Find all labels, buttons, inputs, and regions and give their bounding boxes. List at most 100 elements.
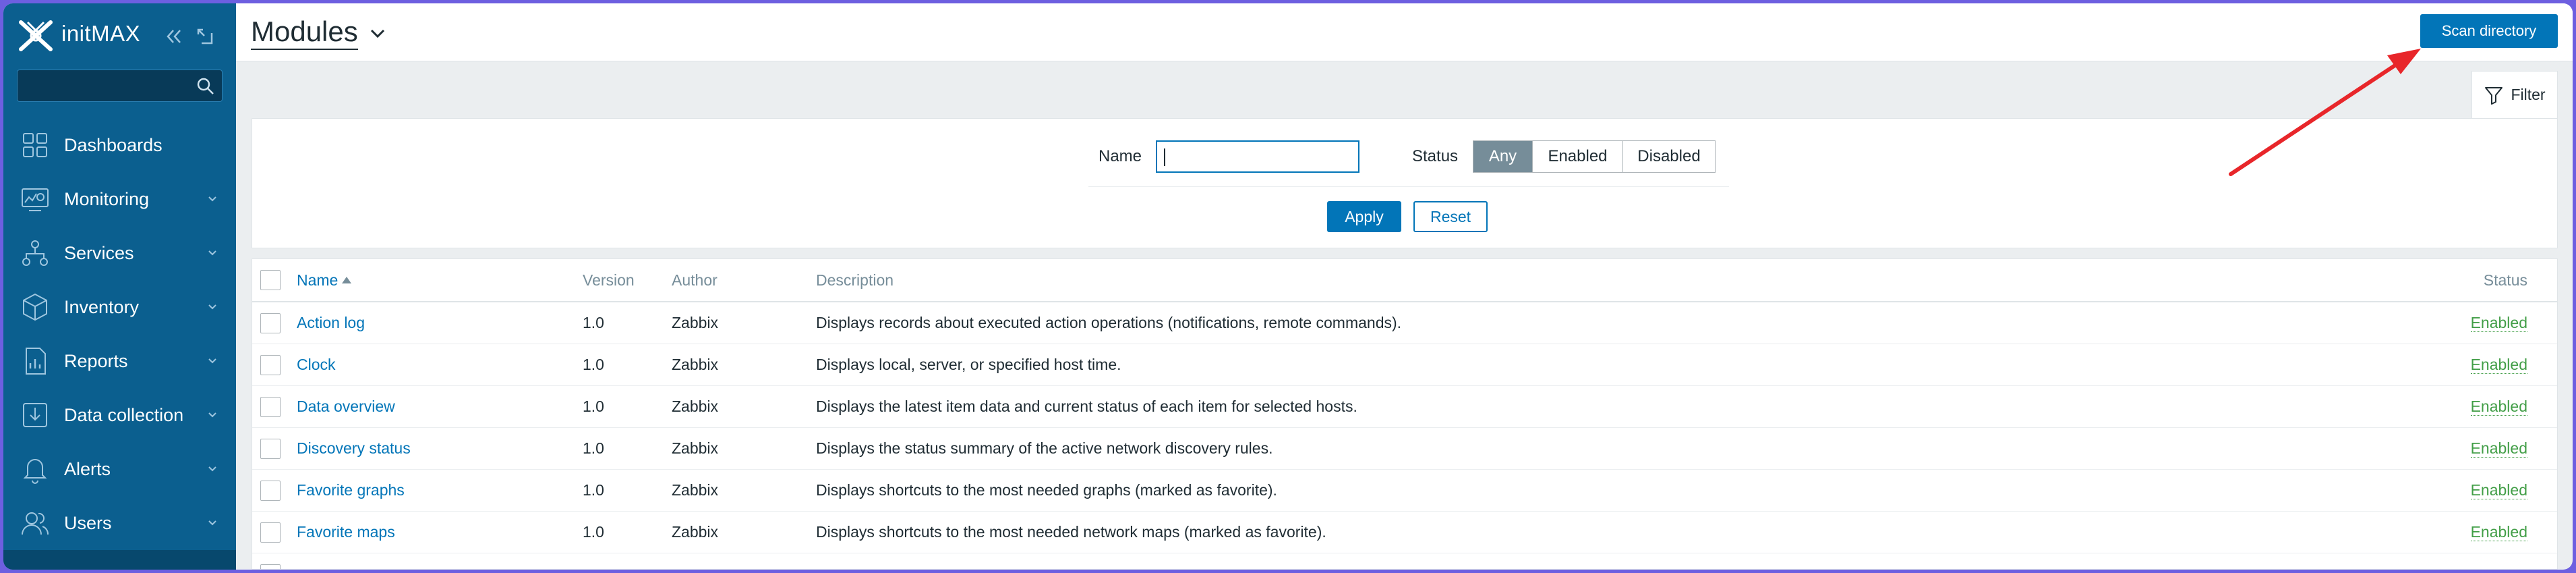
sidebar-item-label: Dashboards [64,134,163,155]
module-status-toggle[interactable]: Enabled [2470,356,2527,374]
chevron-down-icon [208,358,216,364]
module-name-link[interactable]: Action log [297,302,365,344]
sort-ascending-icon [342,277,352,283]
sidebar-item-monitoring[interactable]: Monitoring [3,172,236,226]
sidebar-search-input[interactable] [17,70,223,102]
chevron-down-icon [208,412,216,418]
column-header-version: Version [583,271,635,289]
column-header-status: Status [2483,271,2527,289]
module-status-toggle[interactable]: Enabled [2470,523,2527,541]
module-author: Zabbix [672,481,719,499]
module-description: Displays records about executed action o… [816,314,1402,331]
sidebar-item-label: Monitoring [64,188,150,209]
row-checkbox[interactable] [260,396,281,417]
row-checkbox[interactable] [260,438,281,459]
module-status-cell: Enabled [2470,470,2527,511]
chevron-down-icon [208,250,216,256]
text-caret [1164,148,1165,166]
app-window: initMAX Dashboards Monitoring Services I… [3,3,2573,570]
sidebar-item-alerts[interactable]: Alerts [3,442,236,496]
module-name-link[interactable]: Favorite maps [297,512,395,553]
module-description: Displays the latest item data and curren… [816,398,1357,415]
module-version: 1.0 [583,523,604,541]
module-status-toggle[interactable]: Enabled [2470,481,2527,499]
sidebar-item-label: Inventory [64,296,140,317]
status-option-enabled[interactable]: Enabled [1533,141,1623,172]
chevron-down-icon[interactable] [368,26,387,41]
sidebar-item-label: Services [64,242,134,263]
sidebar-item-data-collection[interactable]: Data collection [3,388,236,442]
module-status-cell: Enabled [2470,344,2527,385]
module-author: Zabbix [672,523,719,541]
scan-directory-button[interactable]: Scan directory [2420,14,2558,48]
sidebar-item-inventory[interactable]: Inventory [3,280,236,334]
table-row: Data overview 1.0 Zabbix Displays the la… [252,386,2557,428]
monitoring-icon [22,188,49,211]
chevron-down-icon [208,304,216,310]
module-status-cell: Enabled [2470,428,2527,469]
row-checkbox[interactable] [260,354,281,375]
chevron-down-icon [208,520,216,526]
column-header-name[interactable]: Name [297,259,352,301]
module-name-link[interactable]: Data overview [297,386,395,427]
kiosk-mode-icon[interactable] [195,26,215,47]
status-option-any[interactable]: Any [1473,141,1533,172]
module-version: 1.0 [583,481,604,499]
sidebar-item-reports[interactable]: Reports [3,334,236,388]
sidebar-item-label: Data collection [64,404,184,425]
sidebar-item-users[interactable]: Users [3,496,236,550]
row-checkbox[interactable] [260,480,281,501]
module-status-cell: Enabled [2470,386,2527,427]
module-name-link[interactable]: Clock [297,344,336,385]
table-header-row: Name Version Author Description Status [252,259,2557,302]
apply-button[interactable]: Apply [1327,201,1401,232]
page-title[interactable]: Modules [251,16,358,50]
chevron-down-icon [208,196,216,202]
name-filter-label: Name [1099,147,1142,165]
search-icon[interactable] [196,77,215,96]
module-author: Zabbix [672,356,719,373]
module-author: Zabbix [672,439,719,457]
module-author: Zabbix [672,314,719,331]
row-select-cell [260,386,282,427]
module-version: 1.0 [583,439,604,457]
modules-table: Name Version Author Description Status A… [252,258,2558,570]
main-nav: Dashboards Monitoring Services Inventory… [3,118,236,550]
column-header-name-label[interactable]: Name [297,271,338,290]
sidebar-item-services[interactable]: Services [3,226,236,280]
sidebar-item-label: Reports [64,350,128,371]
row-checkbox[interactable] [260,522,281,543]
status-option-disabled[interactable]: Disabled [1623,141,1715,172]
services-icon [22,240,48,266]
collapse-sidebar-icon[interactable] [164,26,184,47]
filter-icon [2485,86,2503,105]
inventory-icon [23,293,47,321]
name-filter-input[interactable] [1156,140,1359,173]
sidebar: initMAX Dashboards Monitoring Services I… [3,3,236,570]
reset-button[interactable]: Reset [1413,201,1488,232]
column-header-author: Author [672,271,718,289]
users-icon [22,512,49,535]
module-description: Displays the status summary of the activ… [816,439,1273,457]
module-name-link[interactable]: Discovery status [297,428,411,469]
logo-row: initMAX [18,18,227,52]
sidebar-item-dashboards[interactable]: Dashboards [3,118,236,172]
row-checkbox[interactable] [260,312,281,333]
module-description: Displays shortcuts to the most needed ne… [816,523,1326,541]
module-name-link[interactable]: Favorite graphs [297,470,405,511]
row-select-cell [260,302,282,344]
row-select-cell [260,553,282,569]
select-all-checkbox[interactable] [260,270,281,290]
module-status-toggle[interactable]: Enabled [2470,439,2527,458]
module-status-toggle[interactable]: Enabled [2470,398,2527,416]
module-status-cell: Enabled [2470,512,2527,553]
dashboard-icon [23,133,47,157]
sidebar-item-label: Users [64,512,112,533]
table-row: Action log 1.0 Zabbix Displays records a… [252,302,2557,344]
module-status-toggle[interactable]: Enabled [2470,314,2527,332]
sidebar-bottom-item[interactable] [3,550,236,570]
alerts-icon [23,459,47,484]
row-select-cell [260,344,282,385]
row-checkbox[interactable] [260,564,281,569]
filter-tab[interactable]: Filter [2471,71,2558,118]
